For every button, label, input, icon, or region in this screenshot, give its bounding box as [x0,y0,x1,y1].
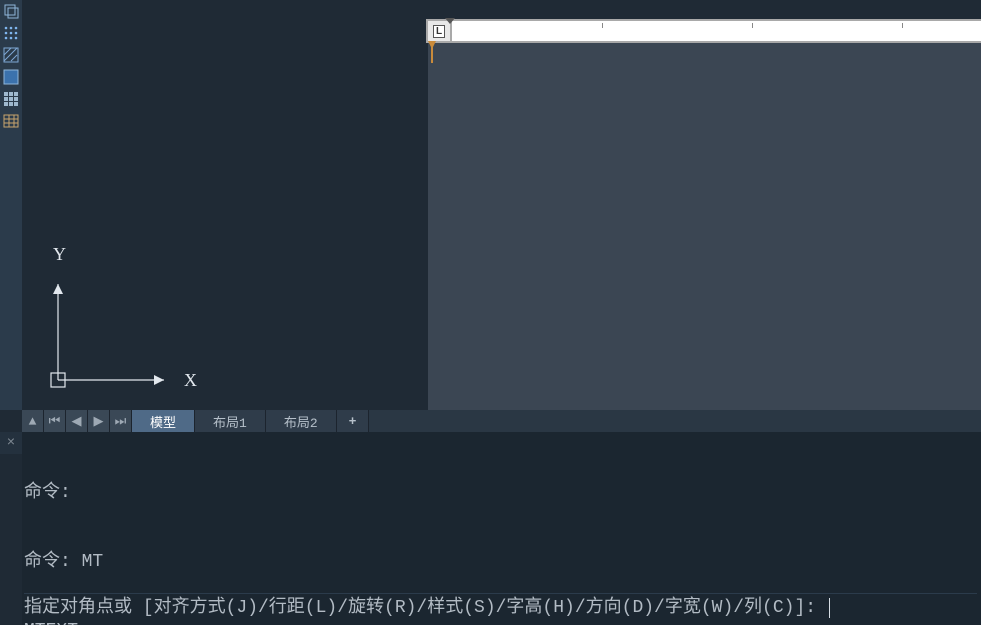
mtext-caret-icon [428,41,436,65]
layout-tabs-strip: ▲ ⏮ ◀ ▶ ⏭ 模型 布局1 布局2 + [22,410,981,432]
prev-glyph: ◀ [72,414,82,429]
last-glyph: ⏭ [115,414,127,429]
tab-add-button[interactable]: + [337,410,370,432]
up-glyph: ▲ [29,414,37,429]
layer-iso-icon[interactable] [2,2,20,20]
hatch-icon[interactable] [2,46,20,64]
tab-layout1[interactable]: 布局1 [195,410,266,432]
next-glyph: ▶ [94,414,104,429]
mtext-ruler-bar[interactable]: L [426,19,981,43]
tab-nav-first-icon[interactable]: ⏮ [44,410,66,432]
grid-dots-icon[interactable] [2,24,20,42]
first-glyph: ⏮ [49,414,61,429]
tab-layout1-label: 布局1 [213,412,247,431]
model-drawing-area[interactable]: L X Y [22,0,981,410]
tab-nav-last-icon[interactable]: ⏭ [110,410,132,432]
tab-nav-up-icon[interactable]: ▲ [22,410,44,432]
command-caret-icon [829,598,830,618]
indent-marker-icon[interactable] [445,18,455,24]
plus-icon: + [349,414,357,429]
tab-model-label: 模型 [150,412,176,431]
ucs-y-label: Y [53,244,66,264]
mtext-editor-panel[interactable]: L [428,20,981,410]
tab-nav-next-icon[interactable]: ▶ [88,410,110,432]
table-icon[interactable] [2,112,20,130]
command-prompt-text: 指定对角点或 [对齐方式(J)/行距(L)/旋转(R)/样式(S)/字高(H)/… [24,597,827,620]
tab-nav-prev-icon[interactable]: ◀ [66,410,88,432]
ucs-x-label: X [184,370,197,390]
left-toolbar [0,0,22,410]
ucs-icon: X Y [36,232,206,402]
cmd-line: 命令: MT [24,551,977,574]
command-panel-close-icon[interactable]: × [0,432,22,454]
fill-icon[interactable] [2,68,20,86]
tab-layout2[interactable]: 布局2 [266,410,337,432]
command-input[interactable]: 指定对角点或 [对齐方式(J)/行距(L)/旋转(R)/样式(S)/字高(H)/… [24,593,977,619]
grid-cells-icon[interactable] [2,90,20,108]
tab-layout2-label: 布局2 [284,412,318,431]
cmd-line: 命令: [24,482,977,505]
mtext-ruler-toggle[interactable]: L [428,21,452,41]
tab-model[interactable]: 模型 [132,410,195,432]
mtext-ruler[interactable] [452,21,981,41]
command-panel: × 命令: 命令: MT MTEXT 当前文字样式: "Standard" 文字… [22,432,981,625]
cmd-line: MTEXT [24,620,977,625]
mtext-ruler-glyph: L [433,25,445,38]
close-glyph: × [7,432,15,455]
